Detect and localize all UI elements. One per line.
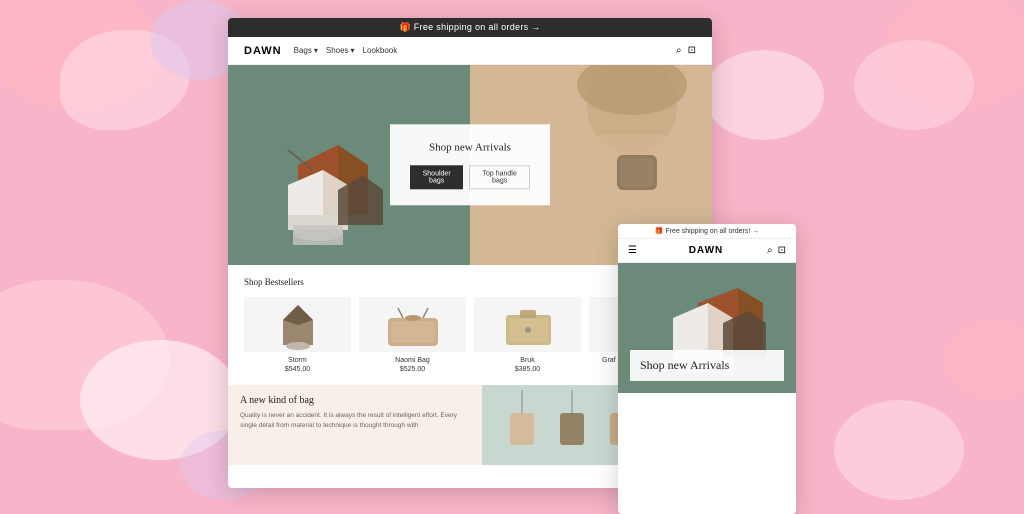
storm-bag-svg: [273, 300, 323, 350]
mobile-nav-right: ⌕ ⊡: [767, 245, 786, 256]
hero-buttons: Shoulder bags Top handle bags: [410, 166, 530, 190]
mobile-nav-bar: ☰ DAWN ⌕ ⊡: [618, 239, 796, 263]
product-card-storm[interactable]: Storm $545.00: [244, 297, 351, 373]
product-name-storm: Storm: [244, 357, 351, 364]
mobile-search-icon[interactable]: ⌕: [767, 245, 773, 256]
desktop-nav-links: Bags ▾ Shoes ▾ Lookbook: [294, 46, 398, 55]
mobile-hero-title: Shop new Arrivals: [640, 358, 774, 373]
product-img-naomi: [359, 297, 466, 352]
product-price-naomi: $525.00: [359, 366, 466, 373]
chevron-down-icon: ▾: [314, 46, 318, 55]
desktop-logo[interactable]: DAWN: [244, 45, 282, 57]
naomi-bag-svg: [383, 300, 443, 350]
desktop-announcement-bar: 🎁 Free shipping on all orders →: [228, 18, 712, 37]
announcement-text: 🎁 Free shipping on all orders →: [399, 22, 540, 32]
hero-card: Shop new Arrivals Shoulder bags Top hand…: [390, 124, 550, 205]
desktop-nav-bar: DAWN Bags ▾ Shoes ▾ Lookbook ⌕ ⊡: [228, 37, 712, 65]
mobile-hero: Shop new Arrivals: [618, 263, 796, 393]
new-kind-title: A new kind of bag: [240, 395, 470, 406]
nav-link-bags[interactable]: Bags ▾: [294, 46, 318, 55]
mobile-hero-text-box: Shop new Arrivals: [630, 350, 784, 381]
top-handle-bags-button[interactable]: Top handle bags: [469, 166, 530, 190]
nav-link-lookbook[interactable]: Lookbook: [363, 46, 398, 55]
product-img-bruk: [474, 297, 581, 352]
bruk-bag-svg: [498, 300, 558, 350]
search-icon[interactable]: ⌕: [676, 45, 682, 56]
product-name-naomi: Naomi Bag: [359, 357, 466, 364]
chevron-down-icon: ▾: [351, 46, 355, 55]
cart-icon[interactable]: ⊡: [688, 45, 696, 56]
nav-link-shoes[interactable]: Shoes ▾: [326, 46, 355, 55]
product-card-bruk[interactable]: Bruk $385.00: [474, 297, 581, 373]
mobile-announcement-bar: 🎁 Free shipping on all orders! →: [618, 224, 796, 239]
product-price-storm: $545.00: [244, 366, 351, 373]
product-card-naomi[interactable]: Naomi Bag $525.00: [359, 297, 466, 373]
mobile-window: 🎁 Free shipping on all orders! → ☰ DAWN …: [618, 224, 796, 514]
new-kind-section: A new kind of bag Quality is never an ac…: [228, 385, 482, 465]
product-name-bruk: Bruk: [474, 357, 581, 364]
mobile-announcement-text: 🎁 Free shipping on all orders! →: [655, 227, 759, 235]
shoulder-bags-button[interactable]: Shoulder bags: [410, 166, 463, 190]
desktop-nav-right: ⌕ ⊡: [676, 45, 696, 56]
new-kind-text: Quality is never an accident. It is alwa…: [240, 411, 470, 431]
product-price-bruk: $385.00: [474, 366, 581, 373]
product-img-storm: [244, 297, 351, 352]
mobile-hero-title-container: Shop new Arrivals: [630, 350, 784, 381]
hamburger-menu-icon[interactable]: ☰: [628, 245, 637, 256]
mobile-logo[interactable]: DAWN: [645, 245, 767, 256]
hero-card-title: Shop new Arrivals: [410, 140, 530, 155]
mobile-cart-icon[interactable]: ⊡: [778, 245, 786, 256]
